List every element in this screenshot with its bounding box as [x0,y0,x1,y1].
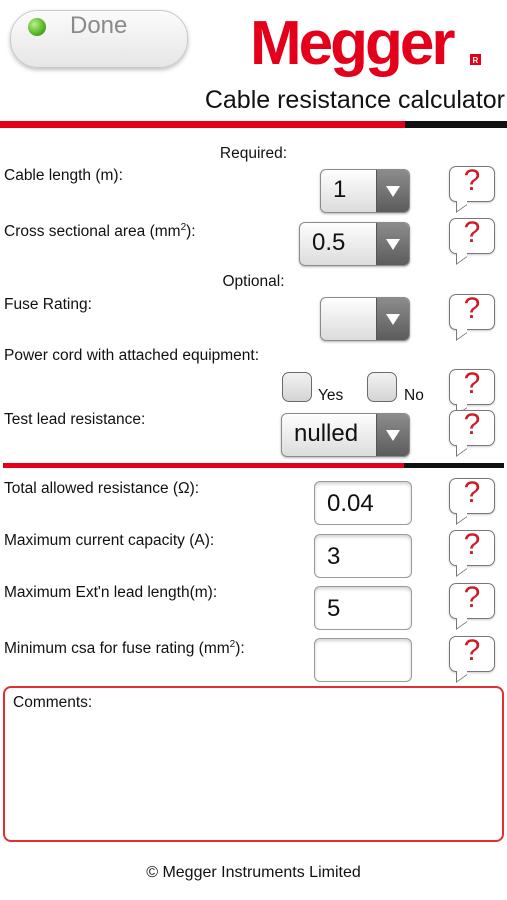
chevron-down-icon [376,223,409,265]
help-min-csa-button[interactable]: ? [449,634,495,683]
question-mark-icon: ? [463,581,481,614]
question-mark-icon: ? [463,292,481,325]
fuse-rating-label: Fuse Rating: [4,296,92,313]
results-divider [3,463,504,468]
megger-logo: Megger R [250,9,481,78]
comments-label: Comments: [13,694,93,711]
cable-length-select[interactable]: 1 [320,169,410,213]
cable-length-value: 1 [333,176,347,203]
no-label: No [404,387,424,404]
yes-checkbox[interactable] [282,372,312,402]
chevron-down-icon [376,414,409,456]
brand-name: Megger [250,9,455,78]
brand-registered-mark: R [473,56,479,65]
max-ext-length-value: 5 [327,595,341,622]
test-lead-value: nulled [294,420,359,447]
help-total-resistance-button[interactable]: ? [449,476,495,525]
help-cable-length-button[interactable]: ? [449,164,495,213]
cable-length-label: Cable length (m): [4,167,123,184]
question-mark-icon: ? [463,216,481,249]
question-mark-icon: ? [463,164,481,197]
yes-label: Yes [318,387,344,404]
min-csa-field[interactable] [314,638,412,682]
question-mark-icon: ? [463,476,481,509]
footer-copyright: © Megger Instruments Limited [146,864,361,881]
chevron-down-icon [376,170,409,212]
power-cord-label: Power cord with attached equipment: [4,347,260,364]
max-current-value: 3 [327,543,341,570]
help-max-ext-length-button[interactable]: ? [449,581,495,630]
help-csa-button[interactable]: ? [449,216,495,265]
header-divider [0,121,507,128]
done-button-label: Done [70,12,128,39]
csa-label: Cross sectional area (mm2): [4,222,196,241]
test-lead-label: Test lead resistance: [4,411,146,428]
csa-select[interactable]: 0.5 [299,222,410,266]
max-current-field[interactable]: 3 [314,534,412,578]
status-led-icon [28,18,46,36]
total-resistance-label: Total allowed resistance (Ω): [4,480,200,497]
max-ext-length-field[interactable]: 5 [314,586,412,630]
fuse-rating-select[interactable] [320,297,410,341]
csa-value: 0.5 [312,229,346,256]
optional-heading: Optional: [222,273,285,290]
min-csa-label: Minimum csa for fuse rating (mm2): [4,639,245,658]
chevron-down-icon [376,298,409,340]
comments-textarea[interactable]: Comments: [3,686,504,842]
no-checkbox[interactable] [367,372,397,402]
help-max-current-button[interactable]: ? [449,528,495,577]
help-test-lead-button[interactable]: ? [449,408,495,457]
test-lead-select[interactable]: nulled [281,413,410,457]
total-resistance-value: 0.04 [327,490,374,517]
max-ext-length-label: Maximum Ext'n lead length(m): [4,584,218,601]
page-title: Cable resistance calculator [204,86,505,114]
total-resistance-field[interactable]: 0.04 [314,481,412,525]
help-power-cord-button[interactable]: ? [449,367,495,416]
required-heading: Required: [219,145,288,162]
question-mark-icon: ? [463,634,481,667]
question-mark-icon: ? [463,367,481,400]
question-mark-icon: ? [463,528,481,561]
help-fuse-rating-button[interactable]: ? [449,292,495,341]
question-mark-icon: ? [463,408,481,441]
max-current-label: Maximum current capacity (A): [4,532,215,549]
